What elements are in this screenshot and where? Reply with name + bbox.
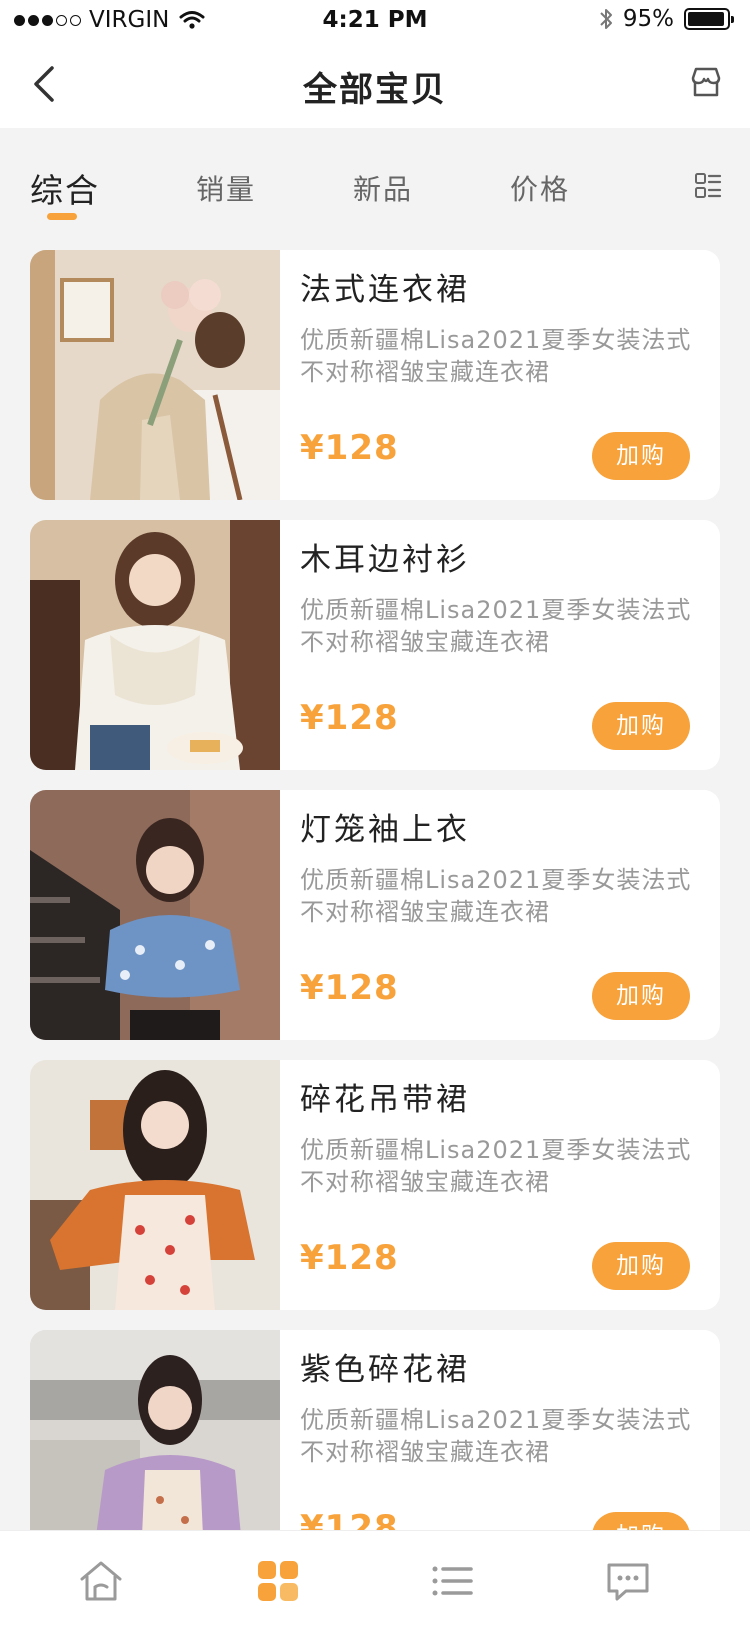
product-price: ¥128: [300, 968, 399, 1008]
product-description: 优质新疆棉Lisa2021夏季女装法式 不对称褶皱宝藏连衣裙: [300, 596, 692, 656]
bluetooth-icon: [600, 9, 612, 29]
status-bar: VIRGIN 4:21 PM 95%: [0, 0, 750, 40]
product-card[interactable]: 灯笼袖上衣 优质新疆棉Lisa2021夏季女装法式 不对称褶皱宝藏连衣裙 ¥12…: [30, 790, 720, 1040]
nav-bar: 全部宝贝: [0, 40, 750, 128]
product-price: ¥128: [300, 698, 399, 738]
battery-percent: 95%: [622, 6, 674, 32]
product-description: 优质新疆棉Lisa2021夏季女装法式 不对称褶皱宝藏连衣裙: [300, 1136, 692, 1196]
list-layout-icon: [695, 173, 722, 198]
battery-icon: [684, 8, 734, 30]
product-title: 木耳边衬衫: [300, 542, 470, 578]
message-icon: [607, 1563, 649, 1601]
add-to-cart-button[interactable]: 加购: [592, 432, 690, 480]
tabbar-category[interactable]: [254, 1557, 302, 1605]
product-image[interactable]: [30, 520, 280, 770]
sort-tabs: 综合 销量 新品 价格: [0, 128, 750, 228]
product-description: 优质新疆棉Lisa2021夏季女装法式 不对称褶皱宝藏连衣裙: [300, 866, 692, 926]
product-card[interactable]: 法式连衣裙 优质新疆棉Lisa2021夏季女装法式 不对称褶皱宝藏连衣裙 ¥12…: [30, 250, 720, 500]
product-image[interactable]: [30, 250, 280, 500]
category-grid-icon: [258, 1561, 298, 1601]
product-title: 碎花吊带裙: [300, 1082, 470, 1118]
product-card[interactable]: 碎花吊带裙 优质新疆棉Lisa2021夏季女装法式 不对称褶皱宝藏连衣裙 ¥12…: [30, 1060, 720, 1310]
tabbar-home[interactable]: [77, 1557, 125, 1605]
tab-comprehensive[interactable]: 综合: [30, 164, 100, 212]
product-description: 优质新疆棉Lisa2021夏季女装法式 不对称褶皱宝藏连衣裙: [300, 1406, 692, 1466]
product-image[interactable]: [30, 1060, 280, 1310]
page-title: 全部宝贝: [303, 70, 447, 110]
bottom-tab-bar: [0, 1530, 750, 1627]
tab-sales[interactable]: 销量: [196, 168, 256, 208]
add-to-cart-button[interactable]: 加购: [592, 972, 690, 1020]
status-right: 95%: [599, 6, 734, 32]
product-price: ¥128: [300, 1238, 399, 1278]
product-title: 法式连衣裙: [300, 272, 470, 308]
layout-toggle-button[interactable]: [694, 172, 722, 200]
tab-indicator: [47, 213, 77, 220]
tabbar-list[interactable]: [428, 1557, 476, 1605]
list-icon: [432, 1566, 473, 1596]
product-description: 优质新疆棉Lisa2021夏季女装法式 不对称褶皱宝藏连衣裙: [300, 326, 692, 386]
tab-price[interactable]: 价格: [510, 168, 570, 208]
product-image[interactable]: [30, 790, 280, 1040]
add-to-cart-button[interactable]: 加购: [592, 1242, 690, 1290]
home-icon: [80, 1561, 122, 1601]
add-to-cart-button[interactable]: 加购: [592, 702, 690, 750]
tab-new[interactable]: 新品: [353, 168, 413, 208]
product-price: ¥128: [300, 428, 399, 468]
store-icon: [691, 67, 721, 97]
store-button[interactable]: [688, 64, 724, 100]
tabbar-messages[interactable]: [604, 1557, 652, 1605]
product-title: 紫色碎花裙: [300, 1352, 470, 1388]
product-card[interactable]: 木耳边衬衫 优质新疆棉Lisa2021夏季女装法式 不对称褶皱宝藏连衣裙 ¥12…: [30, 520, 720, 770]
product-title: 灯笼袖上衣: [300, 812, 470, 848]
